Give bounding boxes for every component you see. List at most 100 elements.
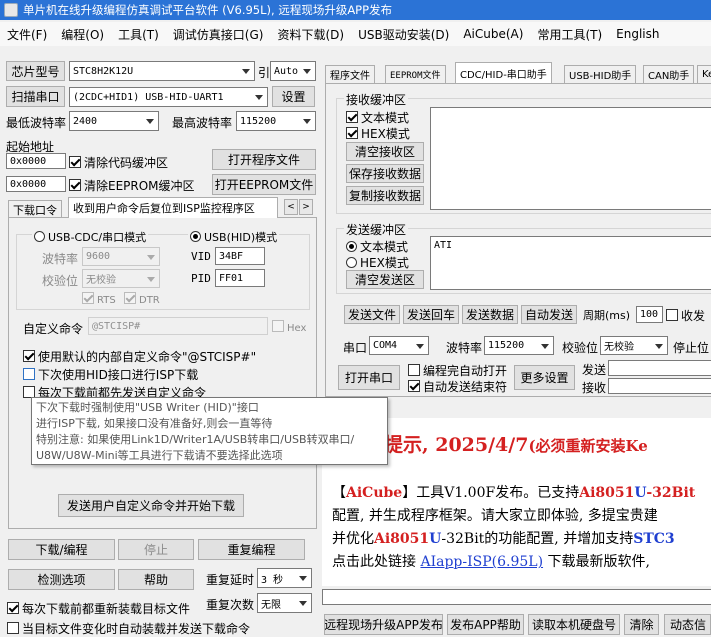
hex-checkbox[interactable]: Hex — [272, 320, 306, 334]
code-address-field[interactable]: 0x0000 — [6, 153, 66, 169]
read-disk-button[interactable]: 读取本机硬盘号 — [528, 614, 620, 635]
menu-program[interactable]: 编程(O) — [54, 26, 111, 43]
send-buffer[interactable]: ATI — [430, 236, 711, 290]
max-baud-select[interactable]: 115200 — [236, 111, 316, 131]
port-select[interactable]: (2CDC+HID1) USB-HID-UART1 — [69, 87, 268, 107]
download-link[interactable]: AIapp-ISP(6.95L) — [420, 554, 543, 570]
repeat-count-select[interactable]: 无限 — [257, 593, 312, 613]
scan-port-button[interactable]: 扫描串口 — [6, 86, 65, 107]
send-return-button[interactable]: 发送回车 — [403, 305, 459, 324]
menu-download[interactable]: 资料下载(D) — [270, 26, 351, 43]
eeprom-address-field[interactable]: 0x0000 — [6, 176, 66, 192]
clear-button[interactable]: 清除 — [624, 614, 659, 635]
checkbox-icon — [69, 179, 81, 191]
dynamic-info-button[interactable]: 动态信 — [664, 614, 711, 635]
clear-eeprom-checkbox[interactable]: 清除EEPROM缓冲区 — [69, 177, 195, 194]
send-text-mode-label: 文本模式 — [360, 240, 409, 254]
open-port-button[interactable]: 打开串口 — [338, 365, 400, 390]
open-program-file-button[interactable]: 打开程序文件 — [212, 149, 316, 170]
send-data-button[interactable]: 发送数据 — [462, 305, 518, 324]
tab-reset-to-isp[interactable]: 收到用户命令后复位到ISP监控程序区 — [68, 197, 278, 218]
next-hid-download-checkbox[interactable]: 下次使用HID接口进行ISP下载 — [23, 366, 198, 383]
tab-usb-hid-assistant[interactable]: USB-HID助手 — [564, 65, 637, 83]
port-select-right[interactable]: COM4 — [369, 336, 429, 355]
menu-tools[interactable]: 工具(T) — [111, 26, 166, 43]
ai8051-text: Ai8051 — [374, 531, 430, 547]
send-text-mode-radio[interactable]: 文本模式 — [346, 238, 408, 255]
tab-eeprom-file[interactable]: EEPROM文件 — [385, 65, 446, 83]
chevron-down-icon — [147, 276, 155, 282]
tab-scroll-left-button[interactable]: < — [284, 199, 298, 215]
tab-serial-assistant[interactable]: CDC/HID-串口助手 — [455, 62, 552, 83]
detect-options-button[interactable]: 检测选项 — [8, 569, 115, 590]
recv-hex-mode-checkbox[interactable]: HEX模式 — [346, 125, 410, 142]
send-hex-mode-radio[interactable]: HEX模式 — [346, 254, 409, 271]
repeat-delay-select[interactable]: 3 秒 — [257, 568, 312, 588]
custom-command-label: 自定义命令 — [23, 322, 84, 336]
custom-command-field[interactable]: @STCISP# — [88, 317, 268, 335]
menu-aicube[interactable]: AiCube(A) — [456, 27, 530, 41]
parity-select[interactable]: 无校验 — [82, 269, 160, 288]
more-settings-button[interactable]: 更多设置 — [514, 365, 575, 390]
news-text: 下载最新版软件, — [543, 554, 650, 570]
chevron-down-icon — [255, 95, 263, 100]
tab-scroll-right-button[interactable]: > — [299, 199, 313, 215]
publish-help-button[interactable]: 发布APP帮助 — [447, 614, 524, 635]
clear-send-button[interactable]: 清空发送区 — [346, 270, 424, 289]
vid-field[interactable]: 34BF — [215, 247, 265, 265]
use-default-command-label: 使用默认的内部自定义命令"@STCISP#" — [38, 350, 257, 364]
parity-select-right[interactable]: 无校验 — [600, 336, 668, 355]
send-file-button[interactable]: 发送文件 — [344, 305, 400, 324]
clear-receive-button[interactable]: 清空接收区 — [346, 142, 424, 161]
parity-value-right: 无校验 — [604, 342, 634, 353]
pin-count-select[interactable]: Auto — [270, 61, 316, 81]
reload-target-checkbox[interactable]: 每次下载前都重新装载目标文件 — [7, 600, 190, 617]
chevron-down-icon — [541, 343, 549, 349]
next-hid-download-label: 下次使用HID接口进行ISP下载 — [38, 368, 199, 382]
checkbox-icon — [124, 292, 136, 304]
download-program-button[interactable]: 下载/编程 — [8, 539, 115, 560]
radio-icon — [346, 241, 357, 252]
auto-open-checkbox[interactable]: 编程完自动打开 — [408, 362, 507, 379]
min-baud-label: 最低波特率 — [6, 116, 67, 130]
rts-checkbox[interactable]: RTS — [82, 292, 116, 306]
baud-select-right[interactable]: 115200 — [484, 336, 554, 355]
recv-save-checkbox[interactable]: 收发 — [666, 307, 705, 324]
auto-load-checkbox[interactable]: 当目标文件变化时自动装载并发送下载命令 — [7, 620, 250, 637]
tab-can-assistant[interactable]: CAN助手 — [643, 65, 695, 83]
repeat-count-value: 无限 — [261, 599, 281, 611]
baud-select[interactable]: 9600 — [82, 247, 160, 266]
save-receive-button[interactable]: 保存接收数据 — [346, 164, 424, 183]
stop-button[interactable]: 停止 — [118, 539, 194, 560]
tab-keil[interactable]: Ke — [697, 65, 711, 83]
clear-code-checkbox[interactable]: 清除代码缓冲区 — [69, 154, 168, 171]
chip-type-select[interactable]: STC8H2K12U — [69, 61, 255, 81]
receive-buffer[interactable] — [430, 107, 711, 210]
help-button[interactable]: 帮助 — [118, 569, 194, 590]
hid-mode-radio[interactable]: USB(HID)模式 — [188, 229, 280, 245]
send-command-and-download-button[interactable]: 发送用户自定义命令并开始下载 — [58, 494, 244, 517]
recv-text-mode-checkbox[interactable]: 文本模式 — [346, 109, 409, 126]
menu-english[interactable]: English — [609, 27, 666, 41]
pid-field[interactable]: FF01 — [215, 269, 265, 287]
auto-terminator-checkbox[interactable]: 自动发送结束符 — [408, 378, 507, 395]
chevron-down-icon — [146, 119, 154, 124]
copy-receive-button[interactable]: 复制接收数据 — [346, 186, 424, 205]
tab-program-file[interactable]: 程序文件 — [325, 65, 375, 83]
min-baud-select[interactable]: 2400 — [69, 111, 159, 131]
period-field[interactable]: 100 — [636, 306, 663, 323]
auto-send-button[interactable]: 自动发送 — [521, 305, 577, 324]
menu-common-tools[interactable]: 常用工具(T) — [530, 26, 609, 43]
open-eeprom-file-button[interactable]: 打开EEPROM文件 — [212, 174, 316, 195]
checkbox-icon — [69, 156, 81, 168]
menu-file[interactable]: 文件(F) — [0, 26, 54, 43]
settings-button[interactable]: 设置 — [272, 86, 315, 107]
repeat-program-button[interactable]: 重复编程 — [198, 539, 305, 560]
menu-debug[interactable]: 调试仿真接口(G) — [166, 26, 271, 43]
remote-upgrade-button[interactable]: 远程现场升级APP发布 — [324, 614, 443, 635]
menu-usb-driver[interactable]: USB驱动安装(D) — [351, 26, 456, 43]
tab-download-password[interactable]: 下载口令 — [8, 200, 62, 218]
cdc-mode-radio[interactable]: USB-CDC/串口模式 — [32, 229, 149, 245]
use-default-command-checkbox[interactable]: 使用默认的内部自定义命令"@STCISP#" — [23, 348, 256, 365]
dtr-checkbox[interactable]: DTR — [124, 292, 160, 306]
